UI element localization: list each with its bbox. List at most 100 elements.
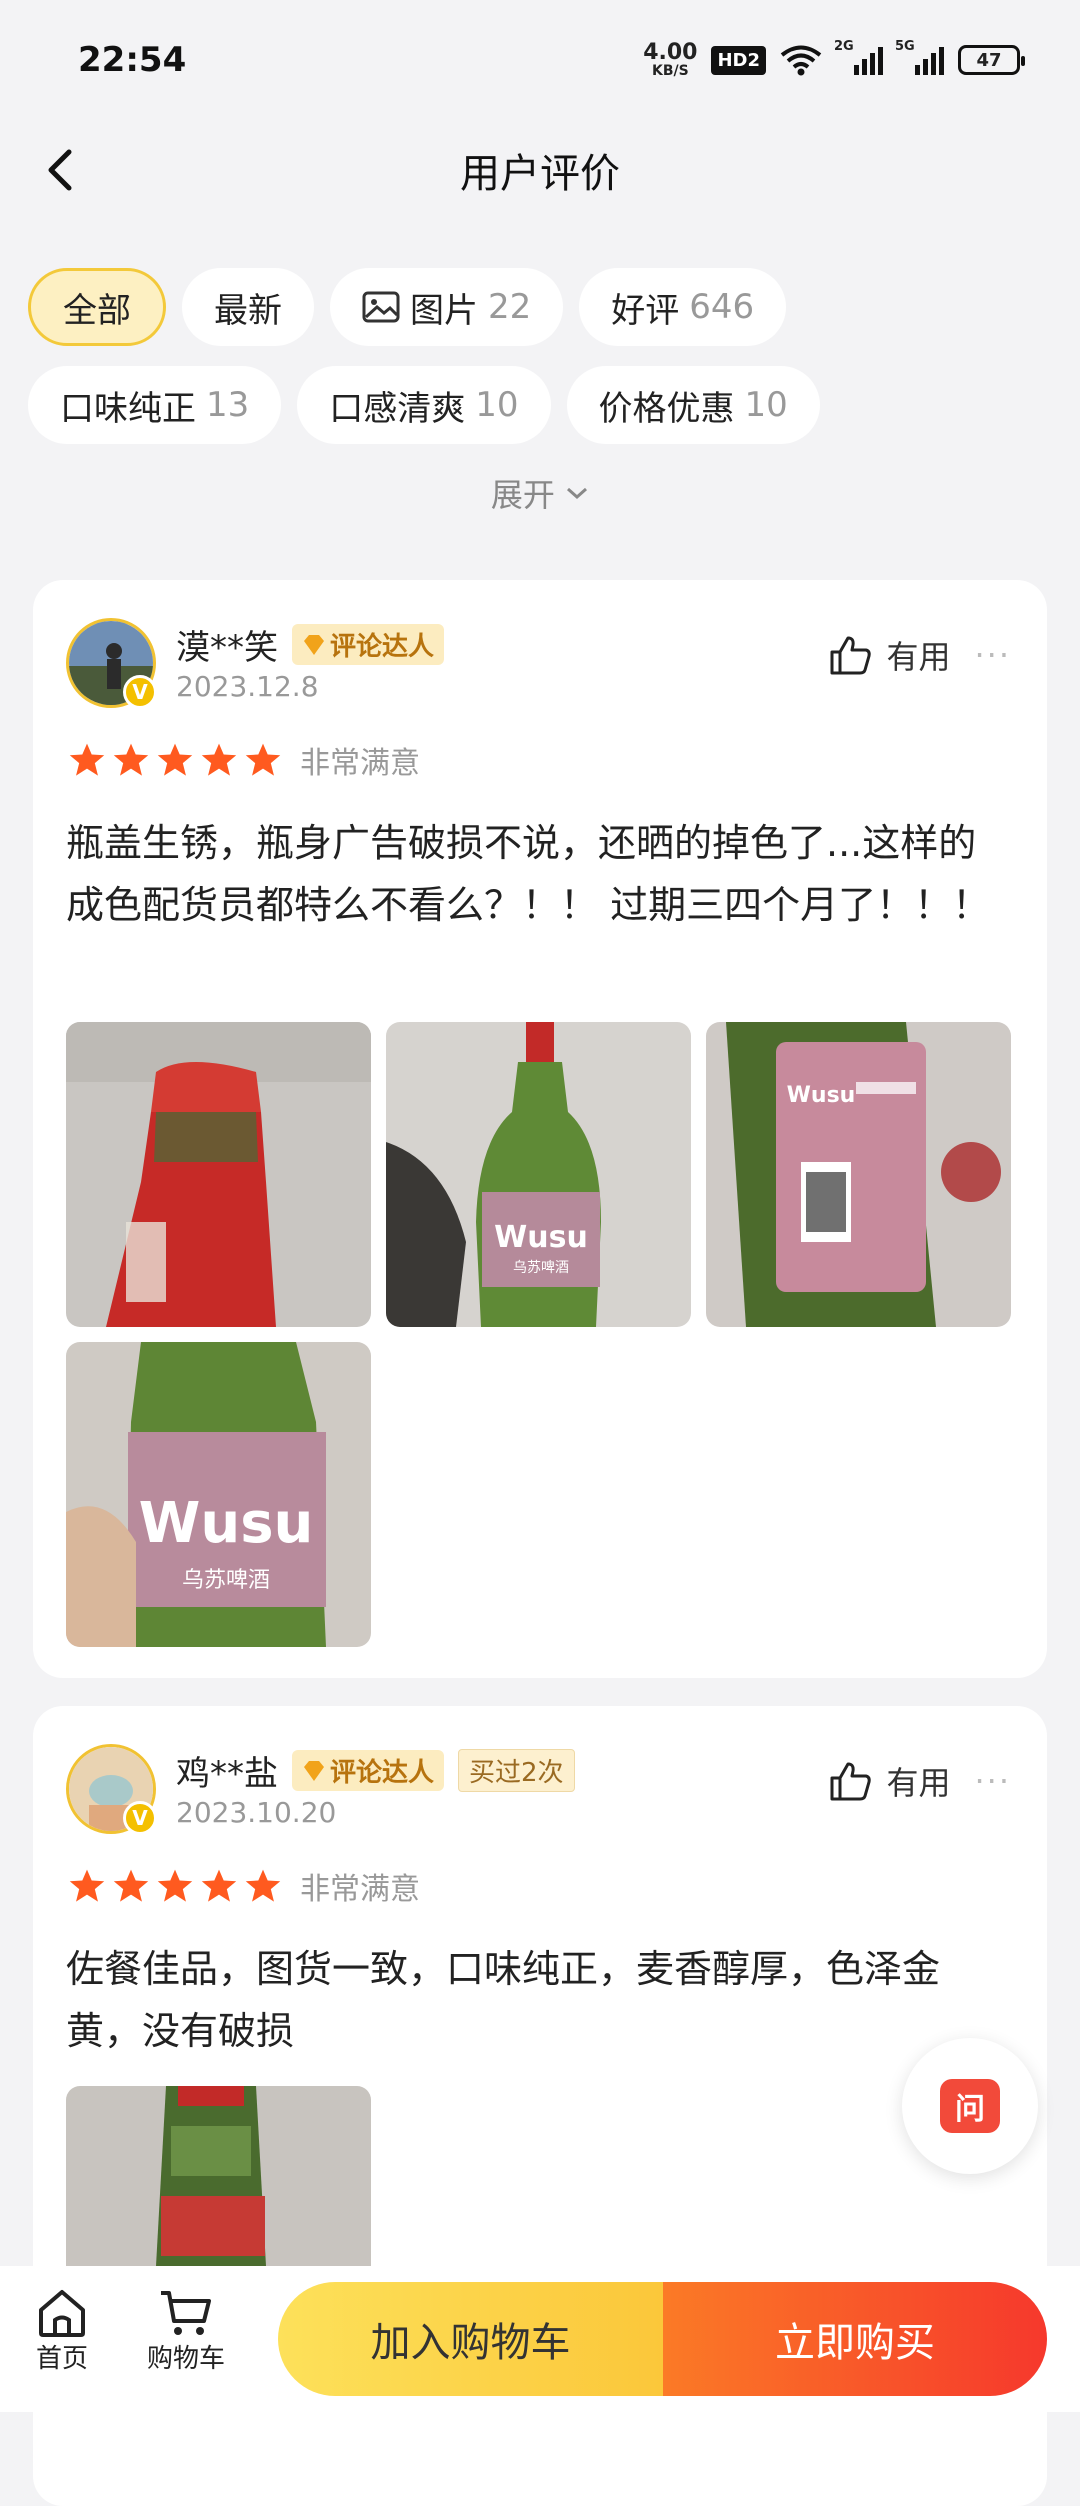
photo-sub-text: 乌苏啤酒 <box>513 1260 569 1276</box>
bottom-action-bar: 首页 购物车 加入购物车 立即购买 <box>0 2266 1080 2412</box>
filter-chip-count: 646 <box>689 287 755 327</box>
signal-icon-2g: 2G <box>834 39 883 75</box>
star-icon <box>113 743 149 776</box>
network-speed-unit: KB/S <box>651 63 689 79</box>
nav-cart-label: 购物车 <box>146 2344 225 2374</box>
review-card: V 漠**笑 评论达人 2023.12.8 有用 ··· 非常满意 瓶盖生锈，瓶… <box>33 580 1047 1678</box>
review-username: 鸡**盐 评论达人 买过2次 <box>176 1746 575 1795</box>
review-text: 佐餐佳品，图货一致，口味纯正，麦香醇厚，色泽金黄，没有破损 <box>66 1947 941 2053</box>
wifi-icon <box>780 45 822 76</box>
back-button[interactable] <box>30 140 90 200</box>
useful-label: 有用 <box>886 638 951 676</box>
star-icon <box>69 1869 105 1902</box>
nav-home-label: 首页 <box>35 2344 88 2374</box>
star-icon <box>201 743 237 776</box>
filter-chip-all[interactable]: 全部 <box>28 268 166 346</box>
star-rating: 非常满意 <box>68 1864 420 1908</box>
filter-chip-label: 好评 <box>611 290 680 331</box>
diamond-icon <box>304 634 324 655</box>
nav-cart[interactable]: 购物车 <box>140 2288 232 2375</box>
filter-chip-positive[interactable]: 好评 646 <box>579 268 787 346</box>
verified-icon: V <box>123 1801 157 1835</box>
review-username: 漠**笑 评论达人 <box>176 620 445 669</box>
filter-chip-count: 10 <box>744 385 788 425</box>
filter-chip-images[interactable]: 图片 22 <box>330 268 564 346</box>
filter-chip-label: 图片 <box>410 290 478 331</box>
more-icon[interactable]: ··· <box>974 636 1011 674</box>
thumbs-up-icon <box>830 636 872 675</box>
bought-twice-badge: 买过2次 <box>458 1749 575 1792</box>
expert-badge-label: 评论达人 <box>330 1758 435 1788</box>
page-title: 用户评价 <box>460 151 620 197</box>
filter-chip-taste[interactable]: 口味纯正 13 <box>28 366 282 444</box>
star-icon <box>245 1869 281 1902</box>
thumbs-up-icon <box>830 1762 872 1801</box>
network-speed: 4.00 KB/S <box>643 42 697 79</box>
filter-chip-count: 13 <box>206 385 250 425</box>
signal-5g-label: 5G <box>895 39 915 54</box>
avatar[interactable]: V <box>66 1744 157 1835</box>
useful-button[interactable]: 有用 ··· <box>828 632 1011 678</box>
star-icon <box>113 1869 149 1902</box>
photo-brand-text: Wusu <box>787 1083 856 1108</box>
review-photo[interactable] <box>66 1022 371 1327</box>
photo-brand-text: Wusu <box>494 1220 588 1255</box>
home-icon <box>39 2290 85 2337</box>
chevron-down-icon <box>567 487 588 500</box>
nav-home[interactable]: 首页 <box>30 2288 94 2375</box>
signal-icon-5g: 5G <box>895 39 944 75</box>
expert-badge-label: 评论达人 <box>330 632 435 662</box>
star-icon <box>69 743 105 776</box>
rating-text: 非常满意 <box>300 1872 420 1907</box>
header: 用户评价 <box>0 120 1080 220</box>
filter-row-2: 口味纯正 13 口感清爽 10 价格优惠 10 <box>28 366 1058 444</box>
star-icon <box>245 743 281 776</box>
filter-chip-latest[interactable]: 最新 <box>182 268 314 346</box>
star-rating: 非常满意 <box>68 738 420 782</box>
signal-2g-label: 2G <box>834 39 854 54</box>
filter-chip-refreshing[interactable]: 口感清爽 10 <box>297 366 551 444</box>
filter-row-1: 全部 最新 图片 22 好评 646 <box>28 268 1058 346</box>
review-photo[interactable]: Wusu <box>706 1022 1011 1327</box>
ask-question-button[interactable]: 问 <box>902 2038 1038 2174</box>
verified-icon: V <box>123 675 157 709</box>
username-text: 漠**笑 <box>176 628 278 668</box>
star-icon <box>157 1869 193 1902</box>
cart-icon <box>161 2291 211 2335</box>
buy-now-button[interactable]: 立即购买 <box>663 2282 1047 2396</box>
review-photo[interactable] <box>66 2086 371 2266</box>
filter-chip-label: 口感清爽 <box>329 388 466 429</box>
filter-chip-label: 价格优惠 <box>598 388 735 429</box>
expand-label: 展开 <box>490 476 555 514</box>
useful-label: 有用 <box>886 1764 951 1802</box>
review-photo[interactable]: Wusu 乌苏啤酒 <box>386 1022 691 1327</box>
avatar[interactable]: V <box>66 618 157 709</box>
useful-button[interactable]: 有用 ··· <box>828 1758 1011 1804</box>
filter-chip-count: 22 <box>488 287 532 327</box>
diamond-icon <box>304 1760 324 1781</box>
username-text: 鸡**盐 <box>176 1754 278 1794</box>
review-filters: 全部 最新 图片 22 好评 646 口味纯正 13 口感清爽 10 价格优惠 … <box>28 268 1058 464</box>
add-to-cart-button[interactable]: 加入购物车 <box>278 2282 663 2396</box>
filter-chip-label: 最新 <box>214 290 282 331</box>
filter-chip-label: 全部 <box>63 290 131 331</box>
review-date: 2023.10.20 <box>176 1796 337 1829</box>
photo-brand-text: Wusu <box>139 1491 314 1556</box>
ask-icon: 问 <box>940 2079 1000 2133</box>
more-icon[interactable]: ··· <box>974 1762 1011 1800</box>
expert-badge: 评论达人 <box>292 624 445 665</box>
review-text: 瓶盖生锈，瓶身广告破损不说，还晒的掉色了...这样的成色配货员都特么不看么？！！… <box>66 821 991 927</box>
chevron-left-icon <box>48 149 72 191</box>
star-icon <box>157 743 193 776</box>
review-photo[interactable]: Wusu 乌苏啤酒 <box>66 1342 371 1647</box>
hd-voice-icon: HD2 <box>711 45 766 75</box>
filter-chip-price[interactable]: 价格优惠 10 <box>566 366 820 444</box>
status-time: 22:54 <box>78 40 187 80</box>
expert-badge: 评论达人 <box>292 1750 445 1791</box>
status-bar: 22:54 4.00 KB/S HD2 2G 5G 47 <box>0 0 1080 120</box>
battery-icon: 47 <box>958 45 1025 75</box>
expand-filters-button[interactable]: 展开 <box>0 470 1080 516</box>
star-icon <box>201 1869 237 1902</box>
photo-sub-text: 乌苏啤酒 <box>182 1568 270 1593</box>
filter-chip-count: 10 <box>475 385 519 425</box>
